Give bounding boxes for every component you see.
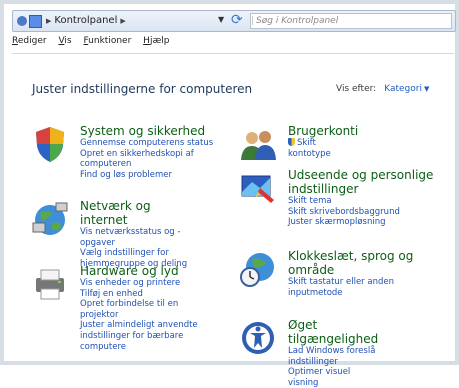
control-panel-content: Juster indstillingerne for computeren Vi…	[12, 56, 454, 388]
link-visuel-visning[interactable]: Optimer visuel visning	[288, 367, 378, 388]
menu-hjaelp[interactable]: Hjælp	[143, 36, 169, 46]
link-skrivebordsbaggrund[interactable]: Skift skrivebordsbaggrund	[288, 207, 448, 218]
link-find-loes-problemer[interactable]: Find og løs problemer	[80, 170, 220, 181]
link-opret-sikkerhedskopi[interactable]: Opret en sikkerhedskopi af computeren	[80, 149, 220, 170]
breadcrumb[interactable]: ▶ Kontrolpanel ▶	[43, 15, 129, 27]
chevron-right-icon[interactable]: ▶	[43, 17, 54, 25]
accessibility-icon	[242, 322, 274, 354]
link-enheder-printere[interactable]: Vis enheder og printere	[80, 278, 210, 289]
menu-rediger[interactable]: Rediger	[12, 36, 47, 46]
category-title[interactable]: Netværk og internet	[80, 199, 200, 227]
back-icon[interactable]	[17, 16, 27, 26]
chevron-right-icon[interactable]: ▶	[117, 17, 128, 25]
globe-network-icon	[32, 202, 68, 235]
search-input[interactable]: | Søg i Kontrolpanel	[250, 13, 452, 29]
link-windows-foreslaa[interactable]: Lad Windows foreslå indstillinger	[288, 346, 378, 367]
link-netvaerksstatus[interactable]: Vis netværksstatus og -opgaver	[80, 227, 200, 248]
category-title[interactable]: Brugerkonti	[288, 124, 358, 138]
address-bar[interactable]: ▶ Kontrolpanel ▶ ▼ ⟳ | Søg i Kontrolpanel	[12, 10, 456, 32]
users-icon	[241, 131, 276, 160]
address-dropdown-icon[interactable]: ▼	[218, 15, 224, 24]
printer-icon	[36, 269, 64, 300]
view-by-dropdown[interactable]: Kategori	[384, 84, 422, 94]
menu-funktioner[interactable]: Funktioner	[83, 36, 131, 46]
link-projektor[interactable]: Opret forbindelse til en projektor	[80, 299, 210, 320]
search-placeholder: Søg i Kontrolpanel	[256, 16, 339, 26]
clock-globe-icon	[240, 253, 274, 287]
breadcrumb-kontrolpanel[interactable]: Kontrolpanel	[54, 15, 117, 26]
view-by-label: Vis efter:	[336, 84, 377, 94]
view-by: Vis efter: Kategori ▼	[336, 84, 429, 94]
link-gennemse-status[interactable]: Gennemse computerens status	[80, 138, 220, 149]
menu-bar: Rediger Vis Funktioner Hjælp	[12, 36, 454, 50]
page-title: Juster indstillingerne for computeren	[32, 82, 253, 96]
link-skift-tastatur[interactable]: Skift tastatur eller anden inputmetode	[288, 277, 408, 298]
chevron-down-icon[interactable]: ▼	[424, 85, 429, 93]
category-title[interactable]: Hardware og lyd	[80, 264, 210, 278]
link-baerbare-indstillinger[interactable]: Juster almindeligt anvendte indstillinge…	[80, 320, 210, 352]
link-skift-tema[interactable]: Skift tema	[288, 196, 448, 207]
link-tilfoej-enhed[interactable]: Tilføj en enhed	[80, 289, 210, 300]
category-title[interactable]: System og sikkerhed	[80, 124, 220, 138]
control-panel-icon	[29, 15, 42, 28]
link-skift-kontotype[interactable]: Skift kontotype	[288, 138, 358, 159]
menu-vis[interactable]: Vis	[58, 36, 71, 46]
appearance-icon	[241, 175, 274, 203]
shield-icon	[36, 127, 64, 162]
menu-divider	[12, 53, 454, 54]
category-title[interactable]: Øget tilgængelighed	[288, 318, 378, 346]
refresh-icon[interactable]: ⟳	[231, 12, 243, 28]
category-title[interactable]: Udseende og personlige indstillinger	[288, 168, 448, 196]
link-skaermoploesning[interactable]: Juster skærmopløsning	[288, 217, 448, 228]
category-title[interactable]: Klokkeslæt, sprog og område	[288, 249, 428, 277]
